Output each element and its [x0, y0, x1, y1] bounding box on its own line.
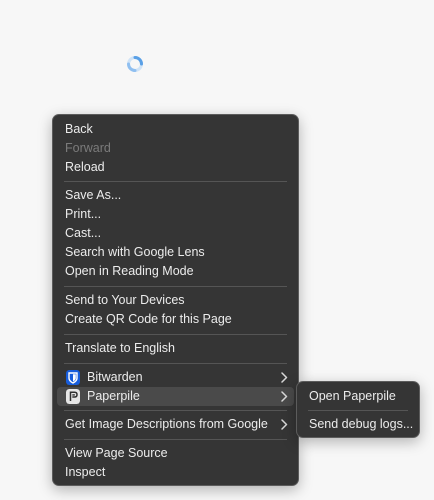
menu-item-label: Paperpile	[87, 389, 140, 403]
bitwarden-icon	[66, 370, 80, 385]
menu-item-label: Get Image Descriptions from Google	[65, 417, 268, 431]
menu-item-cast[interactable]: Cast...	[57, 224, 294, 243]
menu-item-bitwarden[interactable]: Bitwarden	[57, 368, 294, 387]
menu-item-forward: Forward	[65, 141, 111, 155]
menu-item-search-google-lens[interactable]: Search with Google Lens	[57, 243, 294, 262]
context-menu: Back Forward Reload Save As... Print... …	[52, 114, 299, 486]
menu-item-reload[interactable]: Reload	[57, 158, 294, 177]
menu-item-save-as[interactable]: Save As...	[57, 186, 294, 205]
menu-separator	[64, 334, 287, 335]
menu-separator	[64, 410, 287, 411]
menu-item-inspect[interactable]: Inspect	[57, 463, 294, 482]
menu-separator	[64, 363, 287, 364]
chevron-right-icon	[281, 419, 288, 430]
menu-item-create-qr-code[interactable]: Create QR Code for this Page	[57, 310, 294, 329]
chevron-right-icon	[281, 372, 288, 383]
loading-spinner-icon	[127, 56, 143, 72]
menu-item-translate[interactable]: Translate to English	[57, 339, 294, 358]
menu-item-open-reading-mode[interactable]: Open in Reading Mode	[57, 262, 294, 281]
menu-separator	[64, 181, 287, 182]
submenu-item-send-debug-logs[interactable]: Send debug logs...	[301, 415, 415, 434]
menu-item-send-to-devices[interactable]: Send to Your Devices	[57, 291, 294, 310]
menu-item-view-page-source[interactable]: View Page Source	[57, 444, 294, 463]
menu-separator	[64, 439, 287, 440]
chevron-right-icon	[281, 391, 288, 402]
menu-item-print[interactable]: Print...	[57, 205, 294, 224]
paperpile-icon	[66, 389, 80, 404]
menu-item-back[interactable]: Back	[57, 120, 294, 139]
menu-item-get-image-descriptions[interactable]: Get Image Descriptions from Google	[57, 415, 294, 434]
submenu-item-open-paperpile[interactable]: Open Paperpile	[301, 387, 415, 406]
menu-item-paperpile[interactable]: Paperpile	[57, 387, 294, 406]
menu-separator	[308, 410, 408, 411]
paperpile-submenu: Open Paperpile Send debug logs...	[296, 381, 420, 438]
menu-item-label: Bitwarden	[87, 370, 143, 384]
menu-separator	[64, 286, 287, 287]
